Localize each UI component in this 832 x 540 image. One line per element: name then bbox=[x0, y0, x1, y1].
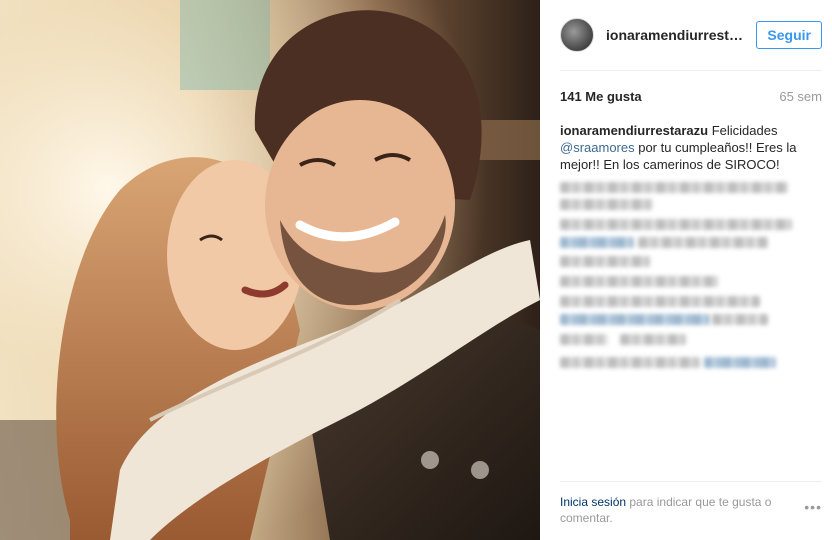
post-photo[interactable] bbox=[0, 0, 540, 540]
blurred-comment-line bbox=[560, 256, 650, 267]
blurred-comment-line bbox=[560, 334, 608, 345]
footer-divider bbox=[560, 481, 822, 482]
blurred-comment-line bbox=[560, 237, 634, 248]
avatar[interactable] bbox=[560, 18, 594, 52]
post-age[interactable]: 65 sem bbox=[779, 89, 822, 104]
blurred-comment-line bbox=[560, 219, 792, 230]
post-sidebar: ionaramendiurrestar... Seguir 141 Me gus… bbox=[540, 0, 832, 540]
post-username[interactable]: ionaramendiurrestar... bbox=[606, 27, 746, 43]
post-header: ionaramendiurrestar... Seguir bbox=[560, 17, 822, 53]
post-stats: 141 Me gusta 65 sem bbox=[560, 89, 822, 104]
blurred-comment-line bbox=[560, 357, 700, 368]
more-options-button[interactable]: ••• bbox=[804, 500, 822, 514]
caption-text-1: Felicidades bbox=[708, 123, 778, 138]
likes-count[interactable]: 141 Me gusta bbox=[560, 89, 642, 104]
blurred-comment-line bbox=[638, 237, 768, 248]
caption-mention[interactable]: @sraamores bbox=[560, 140, 635, 155]
blurred-comment-line bbox=[704, 357, 776, 368]
photo-illustration bbox=[0, 0, 540, 540]
login-link[interactable]: Inicia sesión bbox=[560, 495, 626, 509]
follow-button[interactable]: Seguir bbox=[756, 21, 822, 49]
blurred-comment-line bbox=[560, 296, 760, 307]
blurred-comment-line bbox=[712, 314, 768, 325]
blurred-comment-line bbox=[620, 334, 686, 345]
login-prompt: Inicia sesión para indicar que te gusta … bbox=[560, 494, 796, 526]
header-divider bbox=[560, 70, 822, 71]
blurred-comment-line bbox=[560, 199, 652, 210]
blurred-comment-line bbox=[560, 182, 788, 193]
post-footer: Inicia sesión para indicar que te gusta … bbox=[560, 494, 822, 526]
post-caption: ionaramendiurrestarazu Felicidades @sraa… bbox=[560, 122, 806, 173]
caption-username[interactable]: ionaramendiurrestarazu bbox=[560, 123, 708, 138]
blurred-comment-line bbox=[560, 276, 718, 287]
blurred-comment-line bbox=[560, 314, 710, 325]
